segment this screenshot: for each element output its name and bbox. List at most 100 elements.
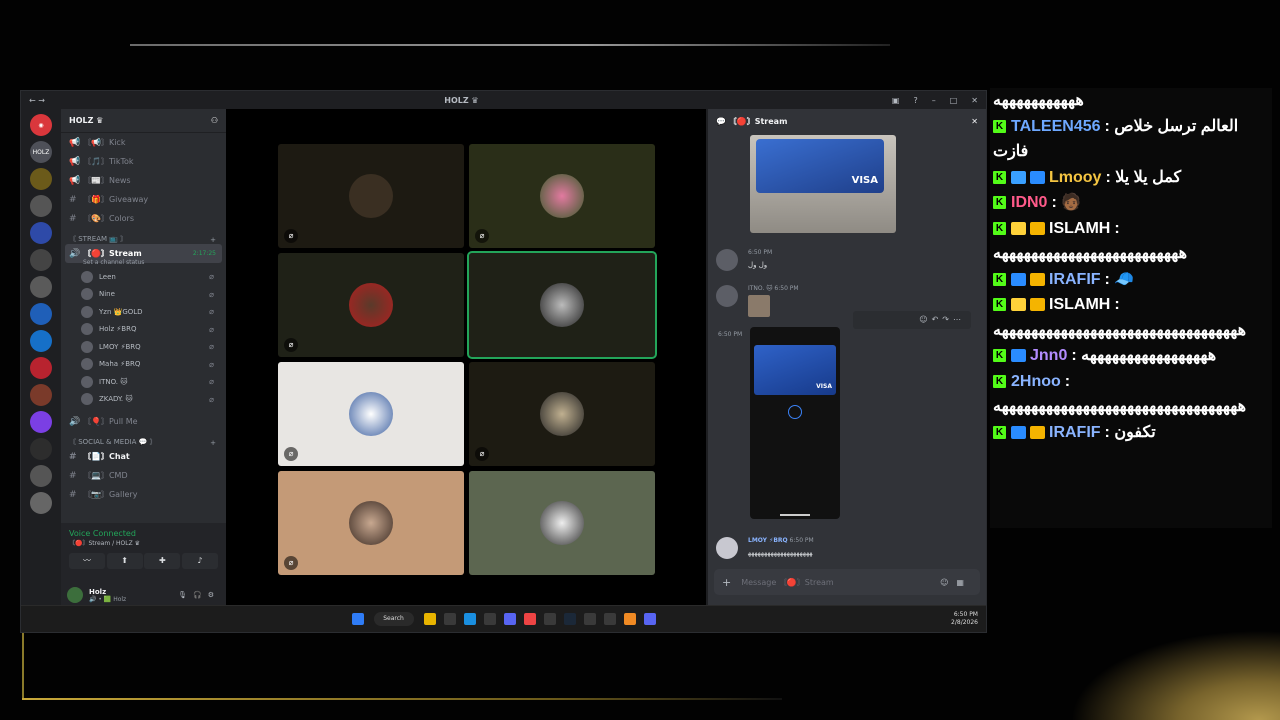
participant-tile[interactable]: ⌀ (469, 144, 655, 248)
chat-line: K ISLAMH: هههههههههههههههههههههههههه (993, 216, 1270, 267)
app-icon[interactable] (603, 613, 616, 625)
participant-tile-speaking[interactable] (467, 251, 657, 359)
gear-icon[interactable]: ⚙ (208, 591, 220, 599)
participant-tile[interactable]: ⌀ (278, 471, 464, 575)
message-input[interactable]: + Message 〘🔴〙Stream ☺▦ (714, 569, 980, 595)
attachment-image[interactable]: VISA (750, 135, 896, 233)
clock[interactable]: 6:50 PM 2/8/2026 (951, 611, 978, 627)
soundboard-button[interactable]: ♪ (181, 553, 218, 569)
close-button[interactable]: ✕ (971, 96, 978, 105)
avatar[interactable] (716, 285, 738, 307)
voice-connected-subtitle[interactable]: 〘🔴〙Stream / HOLZ ♛ (69, 538, 218, 547)
app-icon[interactable] (643, 613, 656, 625)
participant-tile[interactable]: ⌀ (278, 144, 464, 248)
top-divider-line (130, 44, 890, 46)
category-social[interactable]: 〘 SOCIAL & MEDIA 💬 〙 + (61, 431, 226, 447)
store-icon[interactable] (443, 613, 456, 625)
voice-user[interactable]: LMOY ⚡BRQ ⌀ (61, 338, 226, 356)
discord-icon[interactable] (503, 613, 516, 625)
start-icon[interactable] (351, 613, 364, 625)
muted-mic-icon: ⌀ (475, 447, 489, 461)
activities-button[interactable]: ✚ (144, 553, 181, 569)
sticker-image[interactable] (748, 295, 770, 317)
server-icon[interactable] (30, 303, 52, 325)
channel-item[interactable]: # 〘🎨〙Colors (61, 209, 226, 228)
server-icon[interactable] (30, 438, 52, 460)
server-icon[interactable] (30, 330, 52, 352)
server-icon[interactable] (30, 249, 52, 271)
participant-tile[interactable]: ⌀ (278, 362, 464, 466)
help-icon[interactable]: ? (913, 96, 917, 105)
inbox-icon[interactable]: ▣ (892, 96, 900, 105)
app-icon[interactable] (483, 613, 496, 625)
chat-header: 💬 〘🔴〙Stream ✕ (708, 109, 986, 133)
voice-user[interactable]: Leen ⌀ (61, 268, 226, 286)
voice-user[interactable]: Yzn 👑GOLD ⌀ (61, 303, 226, 321)
attachment-phone-screenshot[interactable]: VISA (750, 327, 840, 519)
headphones-icon[interactable]: 🎧 (193, 591, 208, 599)
steam-icon[interactable] (563, 613, 576, 625)
voice-user[interactable]: Holz ⚡BRQ ⌀ (61, 321, 226, 339)
voice-user[interactable]: ITNO. 🐱 ⌀ (61, 373, 226, 391)
message-time: 6:50 PM (748, 249, 773, 256)
message-actions[interactable]: ☺↶↷⋯ (853, 311, 971, 329)
server-header[interactable]: HOLZ ♛ ⚇ (61, 109, 226, 133)
app-icon[interactable] (583, 613, 596, 625)
discord-home-icon[interactable]: ◉ (30, 114, 52, 136)
app-icon[interactable] (543, 613, 556, 625)
chat-separator: : (1071, 347, 1082, 364)
server-icon[interactable] (30, 357, 52, 379)
server-holz[interactable]: HOLZ (30, 141, 52, 163)
taskbar-search[interactable]: Search (373, 612, 414, 626)
channel-item[interactable]: 📢 〘📢〙Kick (61, 133, 226, 152)
participant-tile[interactable] (469, 471, 655, 575)
server-icon[interactable] (30, 492, 52, 514)
folder-icon[interactable] (423, 613, 436, 625)
server-icon[interactable] (30, 195, 52, 217)
participant-tile[interactable]: ⌀ (469, 362, 655, 466)
voice-user-name: Maha ⚡BRQ (99, 360, 141, 369)
noise-suppression-button[interactable]: 〰 (69, 553, 105, 569)
channel-item[interactable]: # 〘📄〙Chat (61, 447, 226, 466)
avatar[interactable] (716, 249, 738, 271)
channel-item[interactable]: 📢 〘🎵〙TikTok (61, 152, 226, 171)
voice-connected-panel: Voice Connected 〘🔴〙Stream / HOLZ ♛ 〰 ⬆ ✚… (61, 523, 226, 583)
minimize-button[interactable]: – (932, 96, 936, 105)
server-icon[interactable] (30, 168, 52, 190)
channel-item[interactable]: 📢 〘📰〙News (61, 171, 226, 190)
kick-badge-icon: K (993, 425, 1006, 439)
app-icon[interactable] (623, 613, 636, 625)
server-icon[interactable] (30, 384, 52, 406)
server-icon[interactable] (30, 222, 52, 244)
chat-separator: : (1105, 168, 1116, 186)
chat-line: K Lmooy: كمل يلا يلا (993, 165, 1270, 191)
add-attachment-icon[interactable]: + (722, 576, 731, 589)
voice-channel-pull-me[interactable]: 🔊 〘🎈〙Pull Me (61, 412, 226, 431)
participant-tile[interactable]: ⌀ (278, 253, 464, 357)
server-icon[interactable] (30, 465, 52, 487)
nav-arrows[interactable]: ← → (29, 96, 45, 105)
category-stream[interactable]: 〘 STREAM 📺 〙 + (61, 228, 226, 244)
maximize-button[interactable]: □ (950, 96, 958, 105)
edge-icon[interactable] (463, 613, 476, 625)
server-icon[interactable] (30, 276, 52, 298)
channel-status[interactable]: Set a channel status (61, 259, 226, 268)
mic-icon[interactable]: 🎙 (178, 591, 193, 599)
close-icon[interactable]: ✕ (971, 117, 978, 126)
muted-mic-icon: ⌀ (209, 377, 214, 387)
add-member-icon[interactable]: ⚇ (211, 116, 218, 125)
avatar[interactable] (67, 587, 83, 603)
avatar[interactable] (716, 537, 738, 559)
voice-user[interactable]: Maha ⚡BRQ ⌀ (61, 356, 226, 374)
share-screen-button[interactable]: ⬆ (106, 553, 143, 569)
voice-user[interactable]: ZKADY. 🐱 ⌀ (61, 391, 226, 409)
emoji-icon[interactable]: ☺▦ (940, 578, 972, 587)
stream-chat-overlay: هههههههههههه K TALEEN456: العالم ترسل خلاص… (993, 88, 1270, 548)
voice-user[interactable]: Nine ⌀ (61, 286, 226, 304)
server-icon[interactable] (30, 411, 52, 433)
channel-item[interactable]: # 〘💻〙CMD (61, 466, 226, 485)
chat-line: K IDN0: 🧑🏾 (993, 190, 1270, 216)
channel-item[interactable]: # 〘🎁〙Giveaway (61, 190, 226, 209)
channel-item[interactable]: # 〘📷〙Gallery (61, 485, 226, 504)
chrome-icon[interactable] (523, 613, 536, 625)
